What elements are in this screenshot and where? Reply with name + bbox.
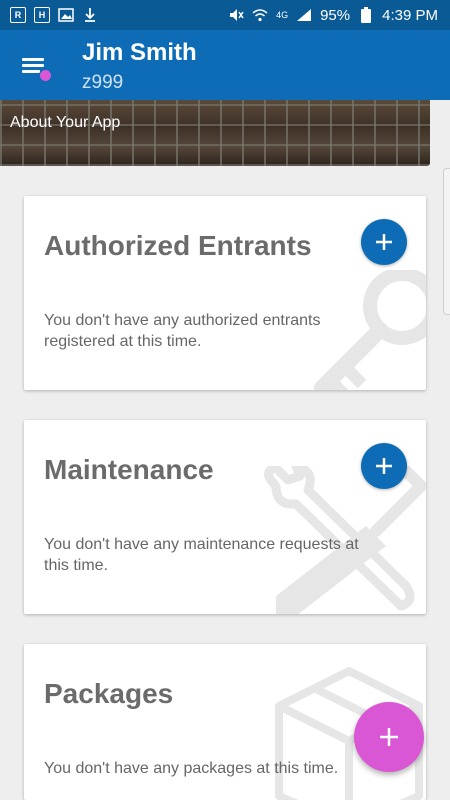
network-type-label: 4G [276,10,289,20]
card-title: Packages [44,678,174,709]
notification-icons: R H [10,7,98,23]
card-title: Authorized Entrants [44,230,312,261]
card-title: Maintenance [44,454,214,485]
plus-icon [380,728,398,746]
battery-icon [358,7,374,23]
notification-dot [39,69,52,82]
mute-icon [228,7,244,23]
user-id: z999 [82,72,124,93]
download-icon [82,7,98,23]
system-status: 4G 95% 4:39 PM [228,7,438,24]
banner-label: About Your App [10,114,121,131]
battery-percent: 95% [320,6,351,24]
app-bar: Jim Smith z999 [0,30,450,100]
card-message: You don't have any packages at this time… [44,760,339,777]
wifi-icon [252,7,268,23]
hamburger-line [22,64,44,67]
add-maintenance-button[interactable] [361,443,407,489]
card-message: You don't have any authorized entrants r… [44,312,321,350]
card-message: You don't have any maintenance requests … [44,536,359,574]
about-app-banner[interactable]: About Your App [0,100,430,166]
floating-add-button[interactable] [354,702,424,772]
image-notification-icon [58,7,74,23]
plus-icon [376,458,392,474]
app-notification-icon: R [10,7,26,23]
add-entrant-button[interactable] [361,219,407,265]
status-bar: R H 4G 95% 4:39 PM [0,0,450,30]
user-name: Jim Smith [82,39,197,66]
menu-button[interactable] [20,52,52,82]
scroll-indicator [443,168,450,315]
clock-time: 4:39 PM [382,6,438,24]
h-notification-icon: H [34,7,50,23]
maintenance-card: Maintenance You don't have any maintenan… [24,420,426,614]
signal-icon [296,7,312,23]
hamburger-line [22,58,44,61]
authorized-entrants-card: Authorized Entrants You don't have any a… [24,196,426,390]
hamburger-line [22,70,40,73]
plus-icon [376,234,392,250]
